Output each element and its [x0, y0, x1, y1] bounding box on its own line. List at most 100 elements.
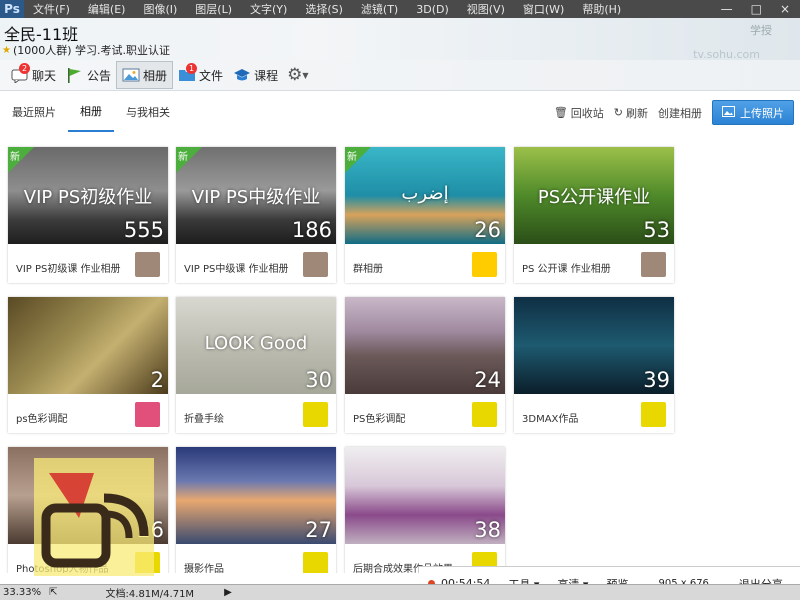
tab-courses[interactable]: 课程 — [228, 61, 283, 89]
menu-type[interactable]: 文字(Y) — [241, 1, 296, 17]
new-tag-label: 新 — [10, 152, 20, 163]
quanmin-school-watermark-logo — [34, 458, 154, 576]
album-owner-avatar[interactable] — [641, 402, 666, 427]
photoshop-menu-bar: Ps 文件(F) 编辑(E) 图像(I) 图层(L) 文字(Y) 选择(S) 滤… — [0, 0, 800, 18]
create-album-button[interactable]: 创建相册 — [658, 105, 702, 121]
album-thumbnail-title: VIP PS初级作业 — [23, 187, 153, 208]
group-description: (1000人群) 学习.考试.职业认证 — [12, 44, 171, 57]
album-thumbnail[interactable]: 38 — [345, 447, 505, 544]
close-icon[interactable]: × — [780, 2, 790, 16]
album-thumbnail[interactable]: VIP PS中级作业 186 新 — [176, 147, 336, 244]
album-name[interactable]: 3DMAX作品 — [522, 410, 578, 425]
album-card[interactable]: إضرب 26 新群相册 — [345, 147, 505, 283]
subtab-related-to-me[interactable]: 与我相关 — [114, 92, 182, 132]
album-photo-count: 39 — [643, 368, 670, 392]
album-name[interactable]: VIP PS中级课 作业相册 — [184, 260, 289, 275]
graduation-cap-icon — [233, 67, 251, 83]
create-album-label: 创建相册 — [658, 106, 702, 120]
album-owner-avatar[interactable] — [303, 402, 328, 427]
album-card[interactable]: LOOK Good 30 折叠手绘 — [176, 297, 336, 433]
album-owner-avatar[interactable] — [303, 252, 328, 277]
menu-filter[interactable]: 滤镜(T) — [352, 1, 407, 17]
album-thumbnail[interactable]: 24 — [345, 297, 505, 394]
menu-image[interactable]: 图像(I) — [134, 1, 186, 17]
album-card[interactable]: PS公开课作业 53 PS 公开课 作业相册 — [514, 147, 674, 283]
album-card[interactable]: 27 摄影作品 — [176, 447, 336, 573]
menu-view[interactable]: 视图(V) — [458, 1, 514, 17]
refresh-button[interactable]: ↻ 刷新 — [614, 105, 648, 121]
tab-announcement[interactable]: 公告 — [61, 61, 116, 89]
album-thumbnail-title: LOOK Good — [204, 333, 308, 354]
album-thumbnail-title: VIP PS中级作业 — [191, 187, 321, 208]
album-card[interactable]: 2 ps色彩调配 — [8, 297, 168, 433]
menu-file[interactable]: 文件(F) — [24, 1, 79, 17]
album-name[interactable]: PS 公开课 作业相册 — [522, 260, 611, 275]
refresh-label: 刷新 — [626, 106, 648, 120]
menu-select[interactable]: 选择(S) — [296, 1, 352, 17]
tab-album-label: 相册 — [143, 68, 168, 83]
menu-window[interactable]: 窗口(W) — [514, 1, 573, 17]
menu-edit[interactable]: 编辑(E) — [79, 1, 135, 17]
album-photo-count: 555 — [123, 218, 164, 242]
album-name[interactable]: 摄影作品 — [184, 560, 224, 573]
album-thumbnail[interactable]: 39 — [514, 297, 674, 394]
album-owner-avatar[interactable] — [472, 252, 497, 277]
album-thumbnail-title: PS公开课作业 — [537, 187, 651, 208]
album-thumbnail[interactable]: PS公开课作业 53 — [514, 147, 674, 244]
subtab-albums[interactable]: 相册 — [68, 92, 114, 132]
minimize-icon[interactable]: — — [721, 2, 733, 16]
album-name[interactable]: 群相册 — [353, 260, 383, 275]
album-thumbnail[interactable]: LOOK Good 30 — [176, 297, 336, 394]
subtab-recent-photos[interactable]: 最近照片 — [0, 92, 68, 132]
album-card[interactable]: VIP PS中级作业 186 新 VIP PS中级课 作业相册 — [176, 147, 336, 283]
album-photo-count: 53 — [643, 218, 670, 242]
settings-dropdown-icon[interactable]: ▼ — [302, 71, 308, 80]
tab-files-label: 文件 — [199, 68, 224, 83]
menu-help[interactable]: 帮助(H) — [573, 1, 630, 17]
album-thumbnail[interactable]: إضرب 26 新 — [345, 147, 505, 244]
album-photo-count: 24 — [474, 368, 501, 392]
album-owner-avatar[interactable] — [135, 252, 160, 277]
group-toolbar: 2 聊天 公告 相册 1 文件 课程 ⚙ ▼ — [0, 60, 800, 91]
export-icon[interactable]: ⇱ — [49, 587, 57, 598]
album-actions: 🗑 回收站 ↻ 刷新 创建相册 上传照片 — [554, 100, 794, 125]
new-tag-label: 新 — [178, 152, 188, 163]
album-thumbnail[interactable]: 27 — [176, 447, 336, 544]
chat-icon: 2 — [11, 63, 30, 84]
album-name[interactable]: VIP PS初级课 作业相册 — [16, 260, 121, 275]
tab-album[interactable]: 相册 — [116, 61, 174, 89]
album-owner-avatar[interactable] — [135, 402, 160, 427]
header-right: 学授 — [750, 22, 772, 38]
album-photo-count: 38 — [474, 518, 501, 542]
trash-icon: 🗑 — [553, 106, 568, 119]
album-card[interactable]: VIP PS初级作业 555 新 VIP PS初级课 作业相册 — [8, 147, 168, 283]
album-photo-count: 26 — [474, 218, 501, 242]
menu-3d[interactable]: 3D(D) — [407, 3, 458, 16]
album-name[interactable]: PS色彩调配 — [353, 410, 405, 425]
settings-gear-icon[interactable]: ⚙ — [287, 65, 302, 85]
photoshop-status-bar: 33.33% ⇱ 文档:4.81M/4.71M ▶ — [0, 584, 800, 600]
header-right-text: 学授 — [750, 24, 772, 37]
album-name[interactable]: ps色彩调配 — [16, 410, 68, 425]
album-owner-avatar[interactable] — [303, 552, 328, 573]
maximize-icon[interactable]: □ — [751, 2, 762, 16]
album-card[interactable]: 24 PS色彩调配 — [345, 297, 505, 433]
album-subnav: 最近照片 相册 与我相关 🗑 回收站 ↻ 刷新 创建相册 上传照片 — [0, 92, 800, 132]
album-thumbnail[interactable]: 2 — [8, 297, 168, 394]
album-name[interactable]: 折叠手绘 — [184, 410, 224, 425]
album-photo-count: 27 — [305, 518, 332, 542]
tab-files[interactable]: 1 文件 — [173, 61, 228, 89]
album-card[interactable]: 38 后期合成效果作品效果 — [345, 447, 505, 573]
recycle-bin-button[interactable]: 🗑 回收站 — [554, 105, 604, 121]
album-owner-avatar[interactable] — [472, 402, 497, 427]
tab-courses-label: 课程 — [254, 68, 279, 83]
album-card[interactable]: 39 3DMAX作品 — [514, 297, 674, 433]
tab-chat[interactable]: 2 聊天 — [6, 61, 61, 89]
tab-chat-label: 聊天 — [32, 68, 57, 83]
album-thumbnail[interactable]: VIP PS初级作业 555 新 — [8, 147, 168, 244]
album-owner-avatar[interactable] — [641, 252, 666, 277]
upload-photo-button[interactable]: 上传照片 — [712, 100, 794, 125]
status-arrow-icon[interactable]: ▶ — [224, 587, 232, 598]
menu-layer[interactable]: 图层(L) — [186, 1, 241, 17]
announcement-flag-icon — [66, 67, 84, 83]
